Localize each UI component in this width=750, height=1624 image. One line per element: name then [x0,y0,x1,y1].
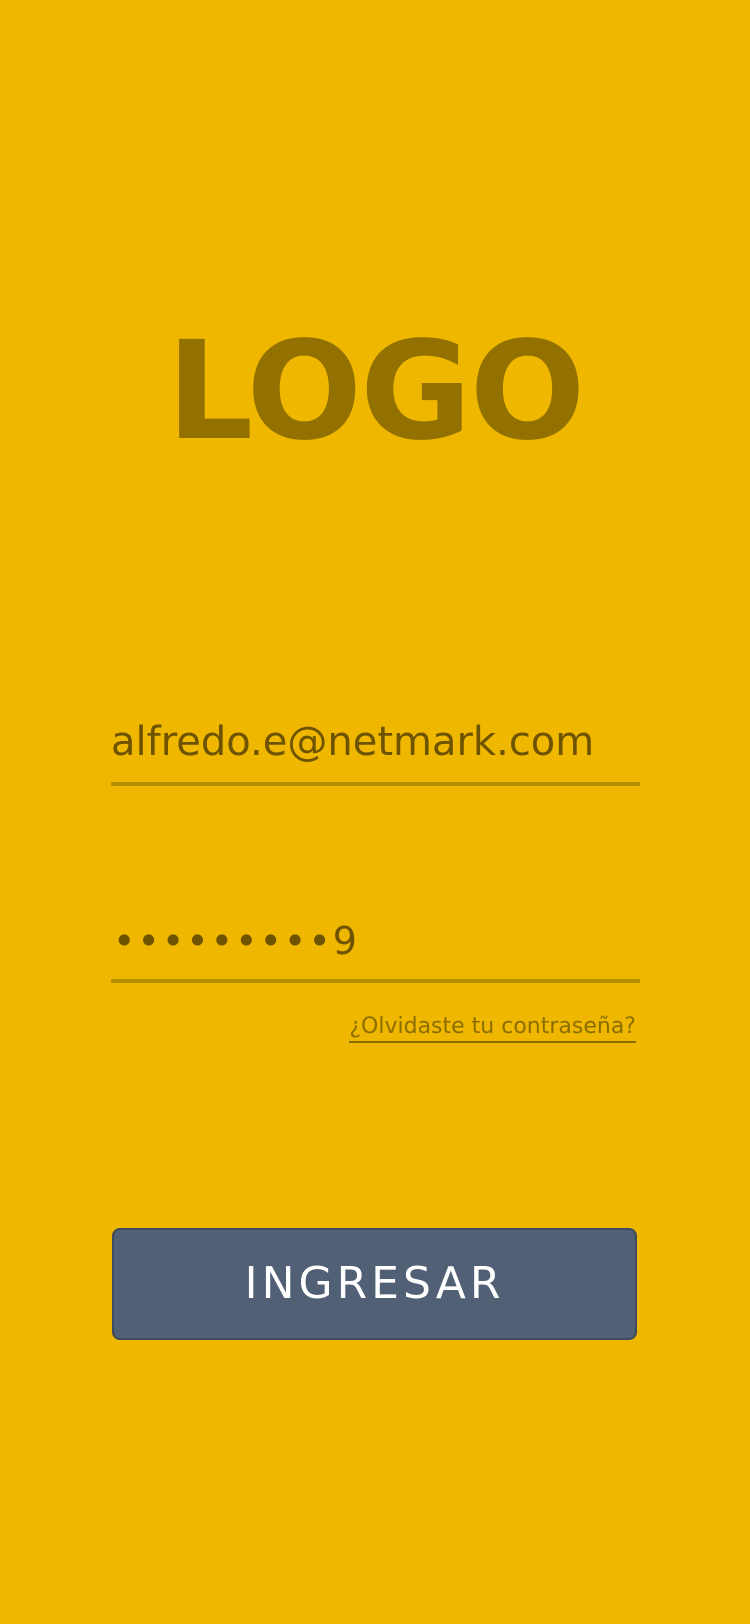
logo: LOGO [166,313,586,471]
password-field-container[interactable]: •••••••••9 [111,897,640,983]
forgot-password-container: ¿Olvidaste tu contraseña? [0,1012,636,1043]
email-field[interactable] [111,714,640,770]
password-field[interactable]: •••••••••9 [113,919,359,963]
email-field-container [111,700,640,786]
login-button[interactable]: INGRESAR [112,1228,637,1340]
forgot-password-link[interactable]: ¿Olvidaste tu contraseña? [349,1014,636,1043]
